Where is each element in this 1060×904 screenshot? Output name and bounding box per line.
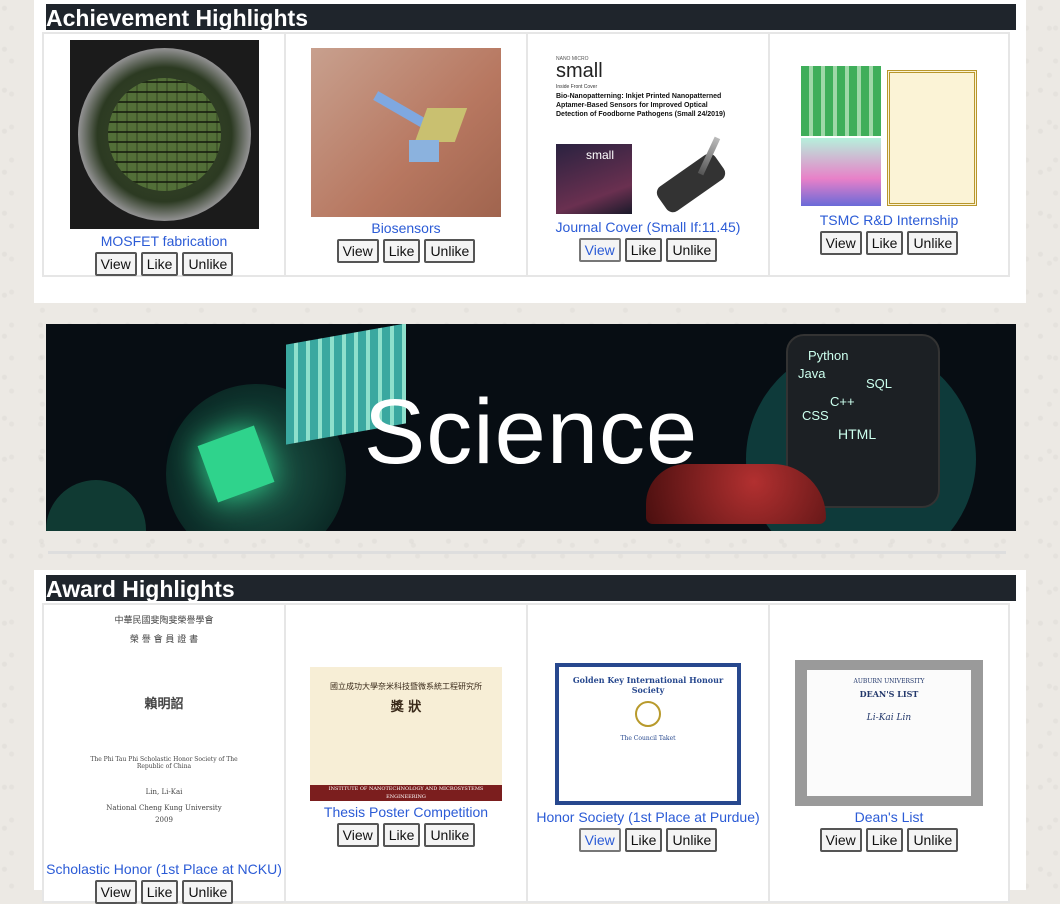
unlike-button[interactable]: Unlike bbox=[907, 828, 959, 852]
device-model-bottom bbox=[801, 138, 881, 206]
cover-thumbnail: small bbox=[556, 144, 632, 214]
view-button[interactable]: View bbox=[336, 239, 379, 263]
scholastic-certificate-image[interactable]: 中華民國斐陶斐榮譽學會 榮 譽 會 員 證 書 賴明詔 The Phi Tau … bbox=[78, 609, 250, 859]
cert-sub: 榮 譽 會 員 證 書 bbox=[129, 635, 199, 645]
circle-left bbox=[46, 480, 146, 531]
journal-inside-label: Inside Front Cover bbox=[556, 84, 598, 90]
cert-header: Golden Key International Honour Society bbox=[572, 675, 724, 695]
award-card-deans-list: AUBURN UNIVERSITY DEAN'S LIST Li-Kai Lin… bbox=[768, 603, 1010, 903]
cert-title: 獎 狀 bbox=[390, 700, 422, 715]
cert-title: DEAN'S LIST bbox=[859, 689, 919, 699]
like-button[interactable]: Like bbox=[382, 239, 421, 263]
achievement-card-mosfet: MOSFET fabrication View Like Unlike bbox=[42, 32, 284, 277]
award-caption[interactable]: Scholastic Honor (1st Place at NCKU) bbox=[44, 861, 284, 877]
unlike-button[interactable]: Unlike bbox=[424, 239, 476, 263]
award-card-thesis: 國立成功大學奈米科技暨微系統工程研究所 獎 狀 INSTITUTE OF NAN… bbox=[284, 603, 526, 903]
achievement-caption[interactable]: Journal Cover (Small If:11.45) bbox=[528, 219, 768, 235]
cert-body: The Council Taket bbox=[620, 735, 676, 742]
button-group: View Like Unlike bbox=[286, 239, 526, 263]
cert-university: National Cheng Kung University bbox=[106, 804, 222, 812]
cert-name: Li-Kai Lin bbox=[866, 713, 912, 723]
like-button[interactable]: Like bbox=[624, 238, 663, 262]
cert-name: 賴明詔 bbox=[144, 697, 184, 712]
award-section-title: Award Highlights bbox=[46, 575, 1016, 601]
award-caption[interactable]: Thesis Poster Competition bbox=[286, 804, 526, 820]
cert-header: 中華民國斐陶斐榮譽學會 bbox=[114, 616, 214, 626]
unlike-button[interactable]: Unlike bbox=[182, 252, 234, 276]
like-button[interactable]: Like bbox=[865, 828, 904, 852]
unlike-button[interactable]: Unlike bbox=[666, 238, 718, 262]
certificate bbox=[887, 70, 977, 206]
view-button[interactable]: View bbox=[819, 231, 862, 255]
device-model-top bbox=[801, 66, 881, 136]
button-group: View Like Unlike bbox=[770, 828, 1008, 852]
wafer-dies bbox=[107, 78, 221, 191]
unlike-button[interactable]: Unlike bbox=[182, 880, 234, 904]
like-button[interactable]: Like bbox=[140, 880, 179, 904]
sensor-chip bbox=[409, 140, 439, 162]
award-caption[interactable]: Honor Society (1st Place at Purdue) bbox=[528, 809, 768, 825]
button-group: View Like Unlike bbox=[528, 238, 768, 262]
cert-recipient: Lin, Li-Kai bbox=[145, 788, 183, 796]
crest-icon bbox=[635, 701, 661, 727]
tsmc-image[interactable] bbox=[799, 66, 979, 208]
achievement-grid: MOSFET fabrication View Like Unlike Bios… bbox=[42, 32, 1012, 277]
thesis-certificate-image[interactable]: 國立成功大學奈米科技暨微系統工程研究所 獎 狀 INSTITUTE OF NAN… bbox=[310, 667, 502, 801]
section-divider bbox=[48, 551, 1006, 554]
cert-paper: AUBURN UNIVERSITY DEAN'S LIST Li-Kai Lin bbox=[807, 670, 971, 796]
like-button[interactable]: Like bbox=[140, 252, 179, 276]
achievement-caption[interactable]: MOSFET fabrication bbox=[44, 233, 284, 249]
view-button[interactable]: View bbox=[578, 828, 621, 852]
achievement-caption[interactable]: Biosensors bbox=[286, 220, 526, 236]
unlike-button[interactable]: Unlike bbox=[907, 231, 959, 255]
button-group: View Like Unlike bbox=[770, 231, 1008, 255]
award-caption[interactable]: Dean's List bbox=[770, 809, 1008, 825]
unlike-button[interactable]: Unlike bbox=[424, 823, 476, 847]
cert-header: 國立成功大學奈米科技暨微系統工程研究所 bbox=[330, 682, 482, 691]
science-banner: Python Java SQL C++ CSS HTML Science bbox=[46, 324, 1016, 531]
button-group: View Like Unlike bbox=[286, 823, 526, 847]
cert-header: AUBURN UNIVERSITY bbox=[853, 678, 925, 685]
achievement-card-tsmc: TSMC R&D Internship View Like Unlike bbox=[768, 32, 1010, 277]
award-card-honor-society: Golden Key International Honour Society … bbox=[526, 603, 768, 903]
button-group: View Like Unlike bbox=[44, 880, 284, 904]
journal-brand: small bbox=[556, 60, 603, 82]
view-button[interactable]: View bbox=[336, 823, 379, 847]
banner-title: Science bbox=[363, 381, 699, 483]
cert-footer: INSTITUTE OF NANOTECHNOLOGY AND MICROSYS… bbox=[310, 785, 502, 801]
like-button[interactable]: Like bbox=[382, 823, 421, 847]
journal-headline: Bio-Nanopatterning: Inkjet Printed Nanop… bbox=[556, 93, 726, 118]
achievement-caption[interactable]: TSMC R&D Internship bbox=[770, 212, 1008, 228]
biosensor-image[interactable] bbox=[311, 48, 501, 217]
sensor-pad bbox=[414, 108, 468, 142]
view-button[interactable]: View bbox=[578, 238, 621, 262]
journal-cover-image[interactable]: NANO MICRO small Inside Front Cover Bio-… bbox=[556, 56, 740, 214]
like-button[interactable]: Like bbox=[865, 231, 904, 255]
button-group: View Like Unlike bbox=[44, 252, 284, 276]
cert-year: 2009 bbox=[155, 816, 173, 824]
deans-list-certificate-image[interactable]: AUBURN UNIVERSITY DEAN'S LIST Li-Kai Lin bbox=[795, 660, 983, 806]
view-button[interactable]: View bbox=[819, 828, 862, 852]
award-card-scholastic: 中華民國斐陶斐榮譽學會 榮 譽 會 員 證 書 賴明詔 The Phi Tau … bbox=[42, 603, 284, 904]
honor-society-certificate-image[interactable]: Golden Key International Honour Society … bbox=[555, 663, 741, 805]
view-button[interactable]: View bbox=[94, 252, 137, 276]
cert-society: The Phi Tau Phi Scholastic Honor Society… bbox=[90, 756, 238, 770]
unlike-button[interactable]: Unlike bbox=[666, 828, 718, 852]
phone-lang-python: Python bbox=[808, 348, 849, 363]
award-grid: 中華民國斐陶斐榮譽學會 榮 譽 會 員 證 書 賴明詔 The Phi Tau … bbox=[42, 603, 1012, 904]
cover-brand: small bbox=[586, 148, 615, 162]
achievement-section-title: Achievement Highlights bbox=[46, 4, 1016, 30]
view-button[interactable]: View bbox=[94, 880, 137, 904]
achievement-card-journal: NANO MICRO small Inside Front Cover Bio-… bbox=[526, 32, 768, 277]
achievement-card-biosensors: Biosensors View Like Unlike bbox=[284, 32, 526, 277]
mosfet-wafer-image[interactable] bbox=[69, 40, 259, 229]
like-button[interactable]: Like bbox=[624, 828, 663, 852]
phone-lang-java: Java bbox=[798, 366, 826, 381]
button-group: View Like Unlike bbox=[528, 828, 768, 852]
cover-device bbox=[653, 150, 729, 214]
